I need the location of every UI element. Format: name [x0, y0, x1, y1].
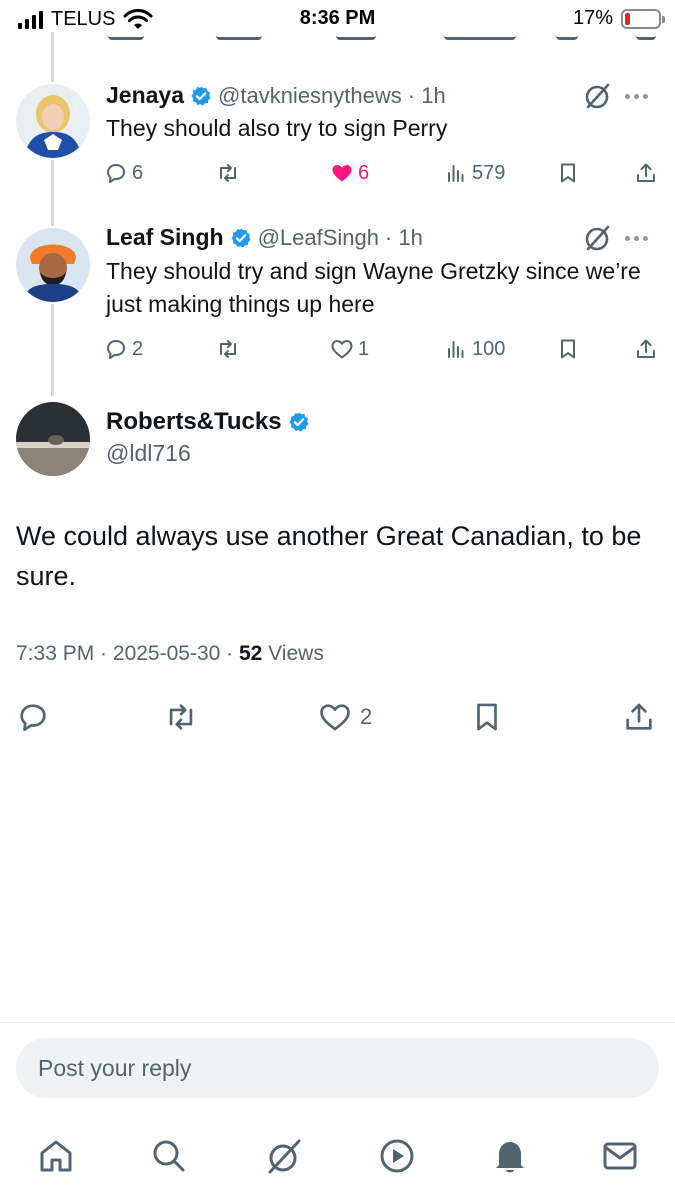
author-name[interactable]: Roberts&Tucks — [106, 408, 282, 436]
thread-line — [51, 32, 54, 82]
like-button[interactable]: 6 — [330, 158, 369, 188]
bookmark-icon — [477, 703, 497, 731]
reply-actions: 2 1 100 — [104, 334, 659, 364]
heart-filled-icon — [332, 165, 352, 182]
post-text: We could always use another Great Canadi… — [16, 521, 642, 591]
post-actions: 2 — [16, 697, 661, 737]
tab-video[interactable] — [375, 1134, 419, 1178]
repost-icon — [169, 704, 193, 730]
reply-count: 6 — [132, 161, 144, 184]
divider — [0, 1022, 675, 1023]
verified-badge-icon — [288, 412, 309, 432]
reply-input[interactable] — [16, 1038, 659, 1098]
tab-home[interactable] — [34, 1134, 78, 1178]
reply-header: Jenaya @tavkniesnythews · 1h — [106, 82, 446, 109]
share-button[interactable] — [634, 334, 658, 364]
views-count: 100 — [472, 337, 506, 360]
grok-icon[interactable] — [583, 82, 611, 110]
reply-button[interactable]: 2 — [104, 334, 143, 364]
reply-post[interactable]: Leaf Singh @LeafSingh · 1h They should t… — [0, 224, 675, 374]
more-options-icon[interactable] — [625, 234, 655, 242]
analytics-icon — [448, 341, 464, 358]
meta-separator: · — [220, 642, 239, 665]
views-count: 579 — [472, 161, 506, 184]
reply-button[interactable]: 6 — [104, 158, 143, 188]
bookmark-icon — [561, 339, 575, 359]
like-count: 2 — [360, 704, 373, 729]
comment-icon — [20, 704, 46, 732]
notifications-icon — [496, 1142, 524, 1173]
share-button[interactable] — [634, 158, 658, 188]
tab-grok[interactable] — [261, 1134, 305, 1178]
share-icon — [626, 703, 652, 730]
views-button[interactable]: 100 — [444, 334, 505, 364]
post-time: · 1h — [384, 224, 423, 250]
previous-post-actions-clipped — [104, 22, 664, 40]
analytics-icon — [448, 165, 464, 182]
avatar-image — [16, 228, 90, 302]
verified-badge-icon — [191, 85, 211, 106]
bookmark-icon — [561, 163, 575, 183]
search-icon — [153, 1140, 185, 1172]
video-icon — [380, 1139, 414, 1173]
tab-search[interactable] — [147, 1134, 191, 1178]
reply-actions: 6 6 579 — [104, 158, 659, 188]
messages-icon — [603, 1142, 637, 1170]
bookmark-button[interactable] — [556, 334, 580, 364]
share-button[interactable] — [622, 697, 656, 737]
meta-separator: · — [94, 642, 113, 665]
bookmark-button[interactable] — [470, 697, 504, 737]
avatar-image — [16, 402, 90, 476]
grok-icon — [268, 1139, 301, 1174]
main-author-row: Roberts&Tucks — [106, 408, 310, 436]
comment-icon — [107, 340, 125, 359]
like-count: 6 — [358, 161, 370, 184]
tab-messages[interactable] — [598, 1134, 642, 1178]
like-count: 1 — [358, 337, 370, 360]
comment-icon — [107, 164, 125, 183]
repost-icon — [220, 164, 236, 182]
reply-count: 2 — [132, 337, 144, 360]
avatar[interactable] — [16, 84, 90, 158]
more-options-icon[interactable] — [625, 92, 655, 100]
like-button[interactable]: 1 — [330, 334, 369, 364]
views-label[interactable]: Views — [262, 642, 324, 665]
author-handle[interactable]: @tavkniesnythews — [218, 83, 402, 109]
avatar-image — [16, 84, 90, 158]
repost-button[interactable] — [216, 334, 244, 364]
reply-text: They should also try to sign Perry — [106, 115, 448, 141]
grok-icon[interactable] — [583, 224, 611, 252]
reply-header: Leaf Singh @LeafSingh · 1h — [106, 224, 423, 251]
verified-badge-icon — [230, 227, 251, 248]
share-icon — [637, 339, 655, 358]
post-meta: 7:33 PM · 2025-05-30 · 52 Views — [16, 642, 324, 666]
like-button[interactable]: 2 — [318, 697, 372, 737]
author-handle[interactable]: @ldl716 — [106, 440, 191, 467]
author-name[interactable]: Leaf Singh — [106, 224, 224, 251]
repost-button[interactable] — [216, 158, 244, 188]
views-button[interactable]: 579 — [444, 158, 505, 188]
post-time: · 1h — [407, 82, 446, 108]
author-handle[interactable]: @LeafSingh — [258, 225, 379, 251]
repost-icon — [220, 340, 236, 358]
share-icon — [637, 163, 655, 182]
reply-post[interactable]: Jenaya @tavkniesnythews · 1h They should… — [0, 80, 675, 200]
bookmark-button[interactable] — [556, 158, 580, 188]
author-name[interactable]: Jenaya — [106, 82, 184, 109]
heart-icon — [331, 340, 353, 359]
home-icon — [40, 1140, 72, 1172]
tab-notifications[interactable] — [488, 1134, 532, 1178]
bottom-tab-bar — [0, 1120, 675, 1200]
reply-text: They should try and sign Wayne Gretzky s… — [106, 258, 641, 317]
post-time: 7:33 PM — [16, 642, 95, 665]
views-count[interactable]: 52 — [239, 642, 262, 665]
avatar[interactable] — [16, 228, 90, 302]
heart-icon — [320, 704, 350, 731]
reply-button[interactable] — [16, 697, 50, 737]
post-date: 2025-05-30 — [112, 642, 221, 665]
avatar[interactable] — [16, 402, 90, 476]
repost-button[interactable] — [164, 697, 198, 737]
